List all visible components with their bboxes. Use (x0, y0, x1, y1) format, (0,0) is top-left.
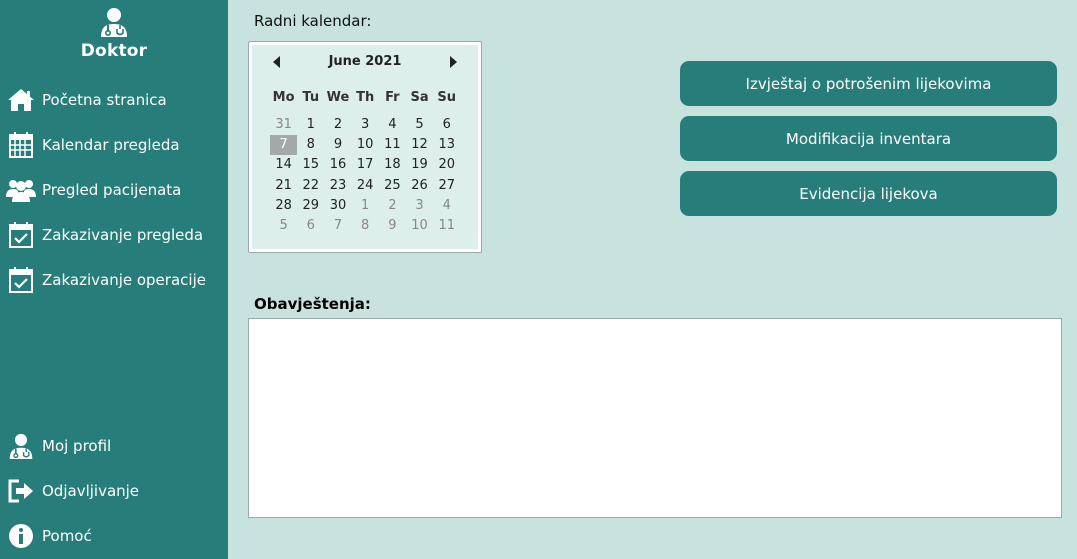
calendar-day[interactable]: 1 (297, 115, 324, 135)
chevron-right-icon[interactable] (446, 54, 460, 68)
calendar-day[interactable]: 3 (352, 115, 379, 135)
calendar-day[interactable]: 5 (270, 216, 297, 236)
sidebar-item-label: Pomoć (42, 527, 92, 545)
weekday-header: Fr (385, 90, 400, 105)
doctor-icon (0, 426, 42, 466)
medicine-consumption-report-button[interactable]: Izvještaj o potrošenim lijekovima (680, 61, 1057, 106)
calendar-day[interactable]: 8 (352, 216, 379, 236)
calendar-day[interactable]: 13 (433, 135, 460, 155)
calendar-grid: Mo Tu We Th Fr Sa Su 31 1 2 3 4 5 6 7 8 9 10 11 12 13 14 15 16 1… (270, 89, 460, 236)
calendar-day[interactable]: 16 (324, 155, 351, 175)
doctor-icon (0, 6, 228, 38)
sidebar-item-schedule-operation[interactable]: Zakazivanje operacije (0, 260, 228, 300)
calendar-day[interactable]: 14 (270, 155, 297, 175)
sidebar-item-home[interactable]: Početna stranica (0, 80, 228, 120)
calendar-day[interactable]: 11 (433, 216, 460, 236)
weekday-header: Th (356, 90, 375, 105)
calendar-header: June 2021 (252, 45, 478, 75)
sidebar-item-label: Kalendar pregleda (42, 136, 180, 154)
calendar-day[interactable]: 17 (352, 155, 379, 175)
weekday-header: We (326, 90, 350, 105)
sidebar-item-help[interactable]: Pomoć (0, 516, 228, 556)
calendar-day[interactable]: 10 (352, 135, 379, 155)
weekday-header: Tu (302, 90, 320, 105)
calendar-day[interactable]: 5 (406, 115, 433, 135)
calendar-day[interactable]: 31 (270, 115, 297, 135)
logout-icon (0, 471, 42, 511)
calendar-day[interactable]: 28 (270, 196, 297, 216)
info-icon (0, 516, 42, 556)
sidebar-item-label: Početna stranica (42, 91, 167, 109)
calendar-day[interactable]: 4 (433, 196, 460, 216)
brand: Doktor (0, 6, 228, 61)
sidebar-item-label: Zakazivanje pregleda (42, 226, 204, 244)
notifications-label: Obavještenja: (254, 295, 371, 313)
inventory-modification-button[interactable]: Modifikacija inventara (680, 116, 1057, 161)
calendar-day[interactable]: 30 (324, 196, 351, 216)
sidebar-item-label: Zakazivanje operacije (42, 271, 206, 289)
work-calendar[interactable]: June 2021 Mo Tu We Th Fr Sa Su 31 1 2 3 4 5 6 7 8 9 10 11 1… (248, 41, 482, 253)
calendar-day[interactable]: 1 (352, 196, 379, 216)
calendar-day[interactable]: 2 (324, 115, 351, 135)
calendar-day[interactable]: 15 (297, 155, 324, 175)
calendar-day[interactable]: 11 (379, 135, 406, 155)
sidebar: Doktor Početna stranica Kalendar pregled… (0, 0, 228, 559)
calendar-day[interactable]: 19 (406, 155, 433, 175)
calendar-month[interactable]: June 2021 (252, 54, 478, 69)
calendar-day[interactable]: 7 (324, 216, 351, 236)
sidebar-item-label: Moj profil (42, 437, 112, 455)
sidebar-item-label: Odjavljivanje (42, 482, 140, 500)
weekday-header: Mo (272, 90, 295, 105)
notifications-panel[interactable] (248, 318, 1062, 518)
calendar-day[interactable]: 12 (406, 135, 433, 155)
sidebar-item-logout[interactable]: Odjavljivanje (0, 471, 228, 511)
calendar-day[interactable]: 8 (297, 135, 324, 155)
calendar-check-icon (0, 215, 42, 255)
calendar-day[interactable]: 25 (379, 176, 406, 196)
weekday-header: Su (437, 90, 457, 105)
calendar-label: Radni kalendar: (254, 12, 372, 30)
calendar-icon (0, 125, 42, 165)
sidebar-item-label: Pregled pacijenata (42, 181, 182, 199)
sidebar-item-patients[interactable]: Pregled pacijenata (0, 170, 228, 210)
calendar-day[interactable]: 20 (433, 155, 460, 175)
calendar-check-icon (0, 260, 42, 300)
users-icon (0, 170, 42, 210)
calendar-day[interactable]: 6 (433, 115, 460, 135)
calendar-day[interactable]: 22 (297, 176, 324, 196)
sidebar-item-schedule-exam[interactable]: Zakazivanje pregleda (0, 215, 228, 255)
calendar-day[interactable]: 4 (379, 115, 406, 135)
calendar-day[interactable]: 24 (352, 176, 379, 196)
calendar-day[interactable]: 23 (324, 176, 351, 196)
calendar-day[interactable]: 21 (270, 176, 297, 196)
calendar-day[interactable]: 2 (379, 196, 406, 216)
calendar-day[interactable]: 9 (324, 135, 351, 155)
calendar-day[interactable]: 7 (270, 135, 298, 156)
brand-title: Doktor (80, 41, 148, 61)
calendar-day[interactable]: 27 (433, 176, 460, 196)
sidebar-item-profile[interactable]: Moj profil (0, 426, 228, 466)
calendar-day[interactable]: 18 (379, 155, 406, 175)
calendar-day[interactable]: 9 (379, 216, 406, 236)
home-icon (0, 80, 42, 120)
calendar-day[interactable]: 26 (406, 176, 433, 196)
weekday-header: Sa (410, 90, 429, 105)
calendar-day[interactable]: 29 (297, 196, 324, 216)
calendar-day[interactable]: 3 (406, 196, 433, 216)
medicine-records-button[interactable]: Evidencija lijekova (680, 171, 1057, 216)
calendar-day[interactable]: 10 (406, 216, 433, 236)
calendar-day[interactable]: 6 (297, 216, 324, 236)
calendar-body: June 2021 Mo Tu We Th Fr Sa Su 31 1 2 3 4 5 6 7 8 9 10 11 1… (252, 45, 478, 249)
sidebar-item-calendar[interactable]: Kalendar pregleda (0, 125, 228, 165)
